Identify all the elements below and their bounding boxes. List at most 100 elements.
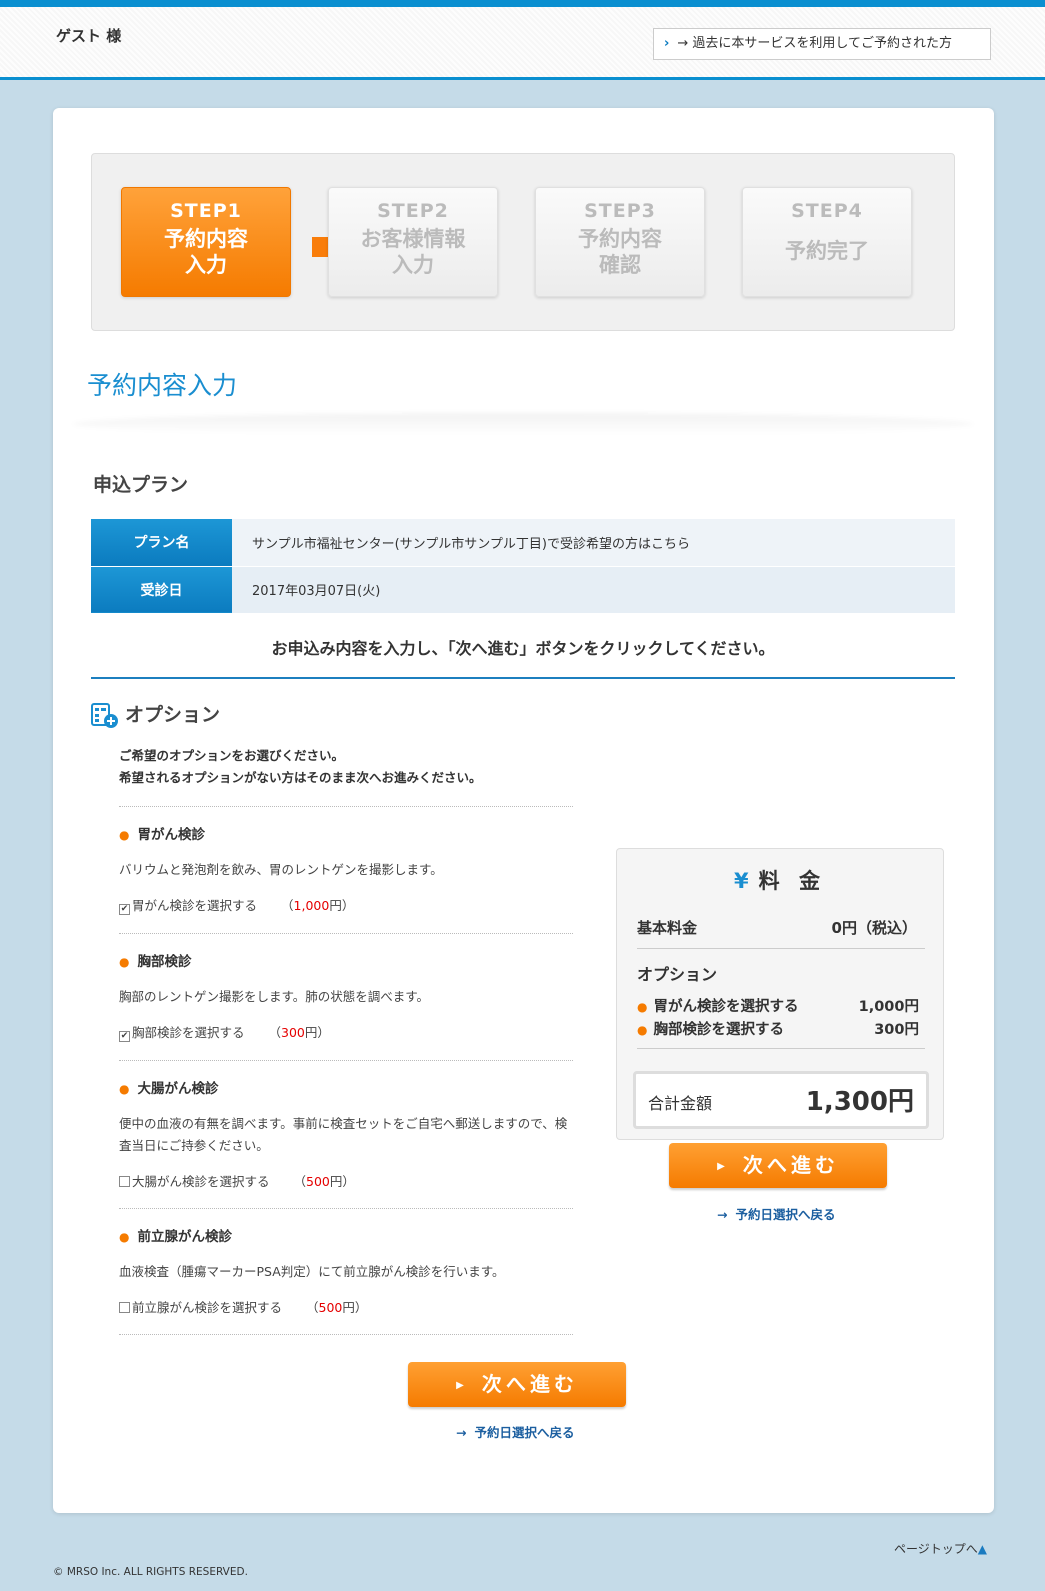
past-users-link[interactable]: › → 過去に本サービスを利用してご予約された方 (653, 28, 991, 60)
list-item: 大腸がん検診 便中の血液の有無を調べます。事前に検査セットをご自宅へ郵送しますの… (119, 1060, 573, 1208)
fee-option-item: ● 胃がん検診を選択する 1,000円 (637, 995, 927, 1016)
step-3-label: 予約内容 (578, 227, 662, 251)
total-label: 合計金額 (648, 1094, 713, 1113)
total-box: 合計金額 1,300円 (633, 1071, 929, 1129)
step-4-number: STEP4 (791, 200, 863, 222)
arrow-right-icon: → (456, 1425, 467, 1440)
step-2-label: お客様情報 (360, 227, 466, 251)
fee-options-label: オプション (637, 965, 718, 984)
option-description: 便中の血液の有無を調べます。事前に検査セットをご自宅へ郵送しますので、検査当日に… (119, 1116, 568, 1153)
plan-table: プラン名 サンプル市福祉センター(サンプル市サンプル丁目)で受診希望の方はこちら… (91, 519, 955, 614)
step-1-label: 予約内容 (164, 227, 248, 251)
option-checkbox-label[interactable]: 前立腺がん検診を選択する (132, 1300, 282, 1315)
fee-option-value: 300円 (874, 1022, 919, 1038)
header: ゲスト 様 › → 過去に本サービスを利用してご予約された方 (0, 7, 1045, 80)
back-to-date-link[interactable]: → 予約日選択へ戻る (717, 1204, 836, 1223)
price-open: （ (268, 1025, 282, 1040)
back-link-label: 予約日選択へ戻る (735, 1207, 836, 1222)
next-button-label: 次へ進む (742, 1153, 839, 1177)
step-1: STEP1 予約内容 入力 (121, 187, 291, 297)
option-checkbox-label[interactable]: 胃がん検診を選択する (132, 898, 257, 913)
arrow-right-icon: → (717, 1207, 728, 1222)
option-price-value: 500 (318, 1300, 343, 1315)
base-fee-value: 0円（税込） (831, 919, 917, 937)
past-users-link-label: → 過去に本サービスを利用してご予約された方 (677, 36, 952, 51)
divider (637, 1048, 925, 1049)
play-icon: ▶ (456, 1380, 468, 1391)
total-amount: 1,300円 (805, 1087, 914, 1117)
step-4: STEP4 予約完了 (742, 187, 912, 297)
next-button-label: 次へ進む (481, 1372, 578, 1396)
fee-option-label: 胸部検診を選択する (653, 1022, 784, 1038)
list-item: 前立腺がん検診 血液検査（腫瘍マーカーPSA判定）にて前立腺がん検診を行います。… (119, 1208, 573, 1334)
option-checkbox-row[interactable]: ✔ 胸部検診を選択する （300円） (119, 1022, 573, 1042)
page-title: 予約内容入力 (87, 371, 238, 400)
options-heading: オプション (91, 700, 220, 729)
price-open: （ (306, 1300, 319, 1315)
checkbox-unchecked-icon[interactable] (119, 1176, 130, 1187)
back-to-date-link-bottom[interactable]: → 予約日選択へ戻る (456, 1422, 575, 1441)
bullet-icon: ● (637, 1000, 648, 1014)
option-checkbox-label[interactable]: 胸部検診を選択する (132, 1025, 245, 1040)
price-open: （ (281, 898, 294, 913)
exam-date-label: 受診日 (91, 566, 232, 614)
options-desc-line-2: 希望されるオプションがない方はそのまま次へお進みください。 (119, 770, 482, 785)
table-row: 受診日 2017年03月07日(火) (91, 566, 955, 614)
divider (119, 1334, 573, 1335)
step-2: STEP2 お客様情報 入力 (328, 187, 498, 297)
page-top-link[interactable]: ページトップへ▲ (894, 1540, 987, 1557)
price-close: 円） (342, 1300, 368, 1315)
step-3-label-2: 確認 (599, 253, 641, 277)
option-name: 胃がん検診 (119, 823, 573, 843)
option-price-value: 300 (281, 1025, 305, 1040)
options-description: ご希望のオプションをお選びください。 希望されるオプションがない方はそのまま次へ… (119, 745, 482, 789)
guest-name: ゲスト 様 (56, 27, 122, 45)
checkbox-unchecked-icon[interactable] (119, 1302, 130, 1313)
step-2-number: STEP2 (377, 200, 449, 222)
price-close: 円） (329, 898, 355, 913)
option-checkbox-row[interactable]: 大腸がん検診を選択する （500円） (119, 1171, 573, 1190)
option-description: バリウムと発泡剤を飲み、胃のレントゲンを撮影します。 (119, 862, 443, 877)
fee-option-item: ● 胸部検診を選択する 300円 (637, 1018, 927, 1039)
step-3: STEP3 予約内容 確認 (535, 187, 705, 297)
option-list: 胃がん検診 バリウムと発泡剤を飲み、胃のレントゲンを撮影します。 ✔胃がん検診を… (119, 806, 573, 1335)
step-4-label: 予約完了 (785, 239, 869, 263)
base-fee-label: 基本料金 (637, 919, 698, 937)
option-price-value: 500 (306, 1174, 330, 1189)
option-checkbox-row[interactable]: 前立腺がん検診を選択する （500円） (119, 1297, 573, 1316)
instruction-text: お申込み内容を入力し、「次へ進む」ボタンをクリックしてください。 (91, 635, 955, 679)
plan-name-value: サンプル市福祉センター(サンプル市サンプル丁目)で受診希望の方はこちら (232, 519, 955, 567)
play-icon: ▶ (717, 1161, 729, 1172)
fee-option-label: 胃がん検診を選択する (653, 999, 799, 1015)
plan-name-label: プラン名 (91, 519, 232, 567)
step-1-number: STEP1 (170, 200, 242, 222)
triangle-up-icon: ▲ (977, 1542, 987, 1556)
checkbox-checked-icon[interactable]: ✔ (119, 904, 130, 915)
option-checkbox-row[interactable]: ✔ 胃がん検診を選択する （1,000円） (119, 895, 573, 915)
fee-summary: ¥ 料 金 基本料金 0円（税込） オプション ● 胃がん検診を選択する 1,000… (616, 848, 944, 1140)
step-2-label-2: 入力 (392, 253, 434, 277)
option-price: （300円） (269, 1025, 330, 1040)
checkbox-checked-icon[interactable]: ✔ (119, 1031, 130, 1042)
plan-section-title: 申込プラン (93, 474, 189, 496)
option-description: 胸部のレントゲン撮影をします。肺の状態を調べます。 (119, 989, 430, 1004)
option-description: 血液検査（腫瘍マーカーPSA判定）にて前立腺がん検診を行います。 (119, 1264, 505, 1279)
list-item: 胃がん検診 バリウムと発泡剤を飲み、胃のレントゲンを撮影します。 ✔胃がん検診を… (119, 806, 573, 933)
next-button-bottom[interactable]: ▶ 次へ進む (408, 1362, 626, 1407)
list-item: 胸部検診 胸部のレントゲン撮影をします。肺の状態を調べます。 ✔胸部検診を選択す… (119, 933, 573, 1060)
next-button[interactable]: ▶ 次へ進む (669, 1143, 887, 1188)
price-close: 円） (329, 1174, 355, 1189)
chevron-right-icon: › (664, 36, 670, 51)
options-title: オプション (125, 704, 221, 726)
yen-icon: ¥ (734, 869, 755, 893)
exam-date-value: 2017年03月07日(火) (232, 566, 955, 614)
step-indicator: STEP1 予約内容 入力 STEP2 お客様情報 入力 STEP3 予約内容 確認 … (91, 153, 955, 331)
option-name: 大腸がん検診 (119, 1077, 573, 1097)
price-open: （ (293, 1174, 307, 1189)
top-accent-bar (0, 0, 1045, 7)
option-price: （1,000円） (281, 898, 354, 913)
option-checkbox-label[interactable]: 大腸がん検診を選択する (132, 1174, 270, 1189)
step-3-number: STEP3 (584, 200, 656, 222)
fee-option-value: 1,000円 (858, 999, 919, 1015)
option-add-icon (91, 702, 118, 728)
